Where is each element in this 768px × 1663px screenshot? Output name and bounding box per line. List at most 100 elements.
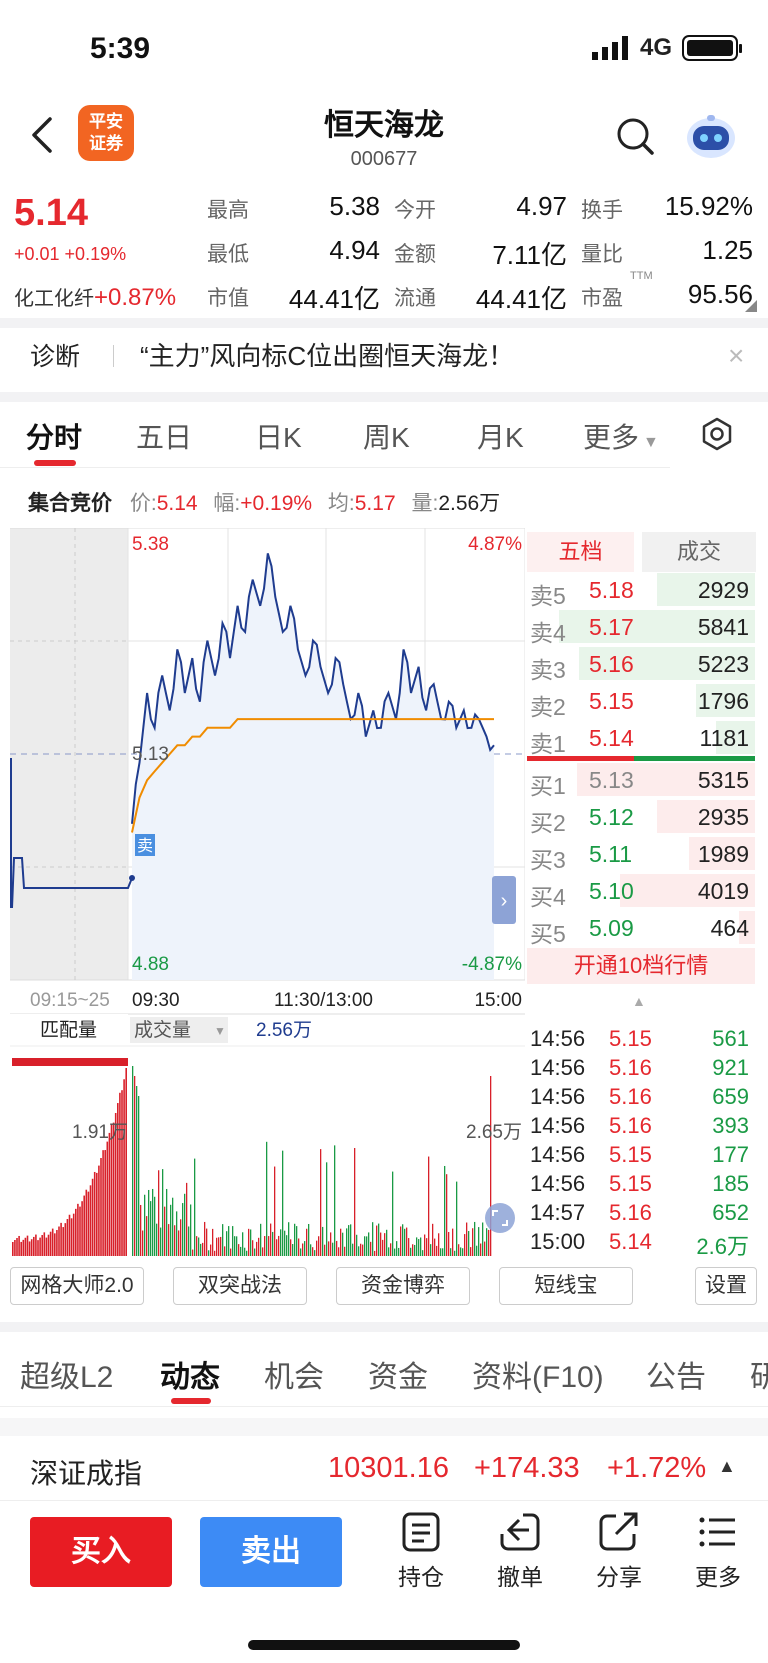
intraday-volume-bar [278,1235,280,1256]
diagnosis-headline[interactable]: “主力”风向标C位出圈恒天海龙！ [140,336,514,373]
auction-volume-bar [100,1158,102,1256]
intraday-volume-bar [372,1222,374,1256]
tab-monthly-k[interactable]: 月K [477,416,524,456]
bid-level[interactable]: 买3 5.11 1989 [527,835,755,873]
tool-settings[interactable]: 设置 [695,1267,757,1305]
volume-ratio-value: 1.25 [702,235,753,265]
intraday-volume-bar [482,1222,484,1256]
tab-f10-profile[interactable]: 资料(F10) [472,1352,604,1396]
tab-intraday[interactable]: 分时 [26,416,82,456]
intraday-volume-bar [202,1242,204,1256]
expand-corner-icon[interactable] [745,300,757,312]
intraday-volume-bar [480,1243,482,1256]
more-button[interactable]: 更多 [678,1512,758,1592]
home-indicator[interactable] [248,1640,520,1650]
tab-research[interactable]: 研 [750,1352,768,1396]
intraday-volume-bar [350,1224,352,1256]
tool-grid-master[interactable]: 网格大师2.0 [10,1267,144,1305]
tab-daily-k[interactable]: 日K [255,416,302,456]
holdings-button[interactable]: 持仓 [381,1512,461,1592]
y-high-price: 5.38 [132,534,169,555]
volume-value: 2.56万 [256,1020,312,1041]
bid-level[interactable]: 买1 5.13 5315 [527,761,755,799]
ask-volume: 5841 [697,614,749,640]
tab-super-l2[interactable]: 超级L2 [20,1352,113,1396]
ask-volume: 1796 [697,688,749,714]
intraday-volume-bar [488,1229,490,1256]
intraday-volume-bar [380,1232,382,1256]
tab-more[interactable]: 更多 ▼ [583,416,659,456]
intraday-volume-bar [240,1246,242,1256]
tab-capital[interactable]: 资金 [368,1352,428,1396]
close-icon[interactable]: × [728,340,744,372]
fullscreen-icon[interactable] [485,1203,515,1233]
expand-up-icon[interactable]: ▲ [718,1456,736,1477]
holdings-label: 持仓 [398,1564,444,1590]
intraday-volume-bar [160,1227,162,1256]
index-name: 深证成指 [30,1458,143,1489]
tab-five-day[interactable]: 五日 [136,416,192,456]
share-button[interactable]: 分享 [579,1512,659,1592]
intraday-volume-bar [366,1236,368,1256]
sector-change[interactable]: 化工化纤+0.87% [14,282,176,312]
intraday-volume-bar [164,1206,166,1256]
price-change: +0.01 +0.19% [14,244,127,264]
tab-news-feed[interactable]: 动态 [160,1352,220,1396]
auction-volume-bar [30,1239,33,1256]
tab-trade-ticks[interactable]: 成交 [642,532,756,572]
tool-short-term[interactable]: 短线宝 [499,1267,633,1305]
ask-label: 卖4 [530,620,566,646]
ask-level[interactable]: 卖4 5.17 5841 [527,608,755,646]
intraday-volume-bar [432,1223,434,1256]
cancel-order-button[interactable]: 撤单 [480,1512,560,1592]
intraday-volume-bar [256,1241,258,1256]
tab-announcements[interactable]: 公告 [646,1352,706,1396]
index-ticker[interactable]: 深证成指 10301.16 +174.33 +1.72% ▲ [0,1436,768,1500]
tab-weekly-k[interactable]: 周K [363,416,410,456]
collapse-up-icon[interactable]: ▲ [632,993,646,1009]
intraday-volume-bar [436,1245,438,1256]
intraday-volume-bar [170,1204,172,1256]
bid-level[interactable]: 买5 5.09 464 [527,909,755,947]
intraday-volume-bar [304,1241,306,1256]
intraday-volume-bar [446,1174,448,1256]
ask-level[interactable]: 卖5 5.18 2929 [527,571,755,609]
intraday-volume-bar [336,1240,338,1256]
intraday-volume-bar [456,1181,458,1256]
tab-order-levels[interactable]: 五档 [527,532,634,572]
auction-summary: 集合竞价 价:5.14 幅:+0.19% 均:5.17 量:2.56万 [28,487,500,517]
intraday-volume-bar [244,1247,246,1256]
intraday-volume-bar [320,1149,322,1256]
intraday-volume-bar [276,1239,278,1256]
tab-opportunities[interactable]: 机会 [264,1352,324,1396]
intraday-chart[interactable]: 卖 5.38 4.87% 5.13 4.88 -4.87% › 09:15~25… [10,528,525,1258]
gear-icon[interactable] [700,417,734,451]
ask-level[interactable]: 卖2 5.15 1796 [527,682,755,720]
ask-label: 卖3 [530,657,566,683]
bid-label: 买2 [530,810,566,836]
sell-button[interactable]: 卖出 [200,1517,342,1587]
intraday-volume-bar [390,1243,392,1256]
tick-time: 14:56 [530,1084,586,1109]
tool-double-breakout[interactable]: 双突战法 [173,1267,307,1305]
upgrade-ten-levels-button[interactable]: 开通10档行情 [527,948,755,984]
intraday-volume-bar [260,1223,262,1256]
auction-volume-bar [56,1230,58,1256]
auction-volume-bar [14,1239,16,1256]
ask-level[interactable]: 卖3 5.16 5223 [527,645,755,683]
tick-time: 14:56 [530,1171,586,1196]
intraday-volume-bar [416,1237,418,1256]
tick-volume: 177 [712,1142,749,1167]
robot-assistant-icon[interactable] [685,112,737,160]
intraday-volume-bar [420,1237,422,1256]
buy-button[interactable]: 买入 [30,1517,172,1587]
tool-capital-game[interactable]: 资金博弈 [336,1267,470,1305]
ask-level[interactable]: 卖1 5.14 1181 [527,719,755,757]
bid-level[interactable]: 买2 5.12 2935 [527,798,755,836]
search-icon[interactable] [615,116,655,156]
tick-price: 5.16 [609,1200,652,1225]
tick-time: 14:56 [530,1113,586,1138]
bid-volume: 2935 [697,804,749,830]
float-cap-value: 44.41亿 [475,284,567,314]
bid-level[interactable]: 买4 5.10 4019 [527,872,755,910]
